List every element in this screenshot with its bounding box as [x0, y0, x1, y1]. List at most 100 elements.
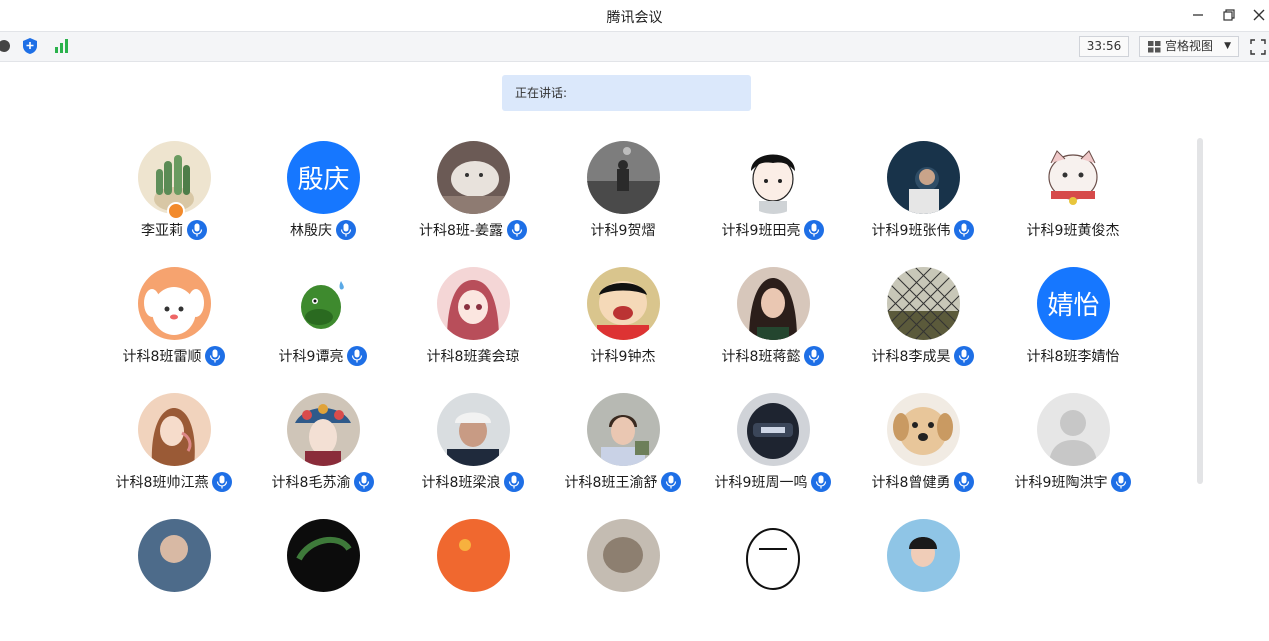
close-button[interactable] — [1247, 4, 1269, 26]
participant-name-row: 计科9贺熠 — [548, 219, 698, 241]
participant-name-row: 林殷庆 — [248, 219, 398, 241]
participant-tile[interactable]: 计科8曾健勇 — [848, 389, 998, 515]
participant-tile[interactable] — [99, 515, 249, 641]
avatar[interactable] — [587, 519, 660, 592]
participant-name: 计科8班蒋懿 — [721, 349, 801, 365]
participant-tile[interactable]: 计科8班-姜露 — [398, 137, 548, 263]
participant-name: 计科8班梁浪 — [421, 475, 501, 491]
grid-scrollbar[interactable] — [1197, 138, 1203, 484]
avatar[interactable] — [887, 393, 960, 466]
avatar[interactable] — [887, 267, 960, 340]
participant-name-row: 计科8班雷顺 — [99, 345, 249, 367]
mic-status-icon — [212, 472, 233, 492]
microphone-icon — [959, 223, 970, 237]
window-title: 腾讯会议 — [606, 10, 663, 26]
participant-name: 林殷庆 — [290, 223, 332, 239]
mic-status-icon — [506, 220, 527, 240]
avatar[interactable] — [737, 141, 810, 214]
view-mode-label: 宫格视图 — [1165, 39, 1214, 53]
participant-name: 计科9钟杰 — [590, 349, 656, 365]
participant-tile[interactable]: 计科8毛苏渝 — [248, 389, 398, 515]
avatar[interactable] — [587, 393, 660, 466]
participant-tile[interactable]: 计科8班梁浪 — [398, 389, 548, 515]
participant-tile[interactable] — [548, 515, 698, 641]
mic-status-icon — [504, 472, 525, 492]
avatar[interactable]: 婧怡 — [1037, 267, 1110, 340]
participant-tile[interactable]: 计科8班蒋懿 — [698, 263, 848, 389]
avatar[interactable] — [437, 141, 510, 214]
avatar[interactable] — [138, 393, 211, 466]
avatar[interactable] — [587, 267, 660, 340]
avatar[interactable] — [1037, 393, 1110, 466]
participant-name-row: 计科8曾健勇 — [848, 471, 998, 493]
participant-name: 计科9班田亮 — [721, 223, 801, 239]
participant-name-row: 计科8班龚会琼 — [398, 345, 548, 367]
participant-tile[interactable]: 计科9班张伟 — [848, 137, 998, 263]
participant-tile[interactable]: 计科9班田亮 — [698, 137, 848, 263]
microphone-icon — [217, 475, 228, 489]
participant-tile[interactable]: 计科9谭亮 — [248, 263, 398, 389]
microphone-icon — [1116, 475, 1127, 489]
avatar[interactable]: 殷庆 — [287, 141, 360, 214]
minimize-button[interactable] — [1186, 4, 1210, 26]
avatar[interactable] — [737, 393, 810, 466]
participant-tile[interactable] — [848, 515, 998, 641]
participant-tile[interactable]: 计科9钟杰 — [548, 263, 698, 389]
avatar[interactable] — [437, 519, 510, 592]
participant-tile[interactable]: 婧怡 计科8班李婧怡 — [998, 263, 1148, 389]
participant-name: 计科8班龚会琼 — [426, 349, 520, 365]
avatar[interactable] — [437, 267, 510, 340]
avatar[interactable] — [587, 141, 660, 214]
avatar-initials: 婧怡 — [1047, 291, 1100, 321]
fullscreen-icon[interactable] — [1250, 39, 1266, 55]
participant-tile[interactable]: 计科9班陶洪宇 — [998, 389, 1148, 515]
participant-name-row: 计科9班田亮 — [698, 219, 848, 241]
participant-name: 计科9谭亮 — [278, 349, 344, 365]
avatar[interactable] — [287, 393, 360, 466]
participant-tile[interactable]: 计科8班王渝舒 — [548, 389, 698, 515]
microphone-icon — [210, 349, 221, 363]
signal-bars-icon[interactable] — [52, 36, 72, 56]
participant-tile[interactable]: 计科9贺熠 — [548, 137, 698, 263]
participant-name-row: 计科9班黄俊杰 — [998, 219, 1148, 241]
mic-status-icon — [804, 346, 825, 366]
avatar[interactable] — [887, 519, 960, 592]
microphone-icon — [959, 475, 970, 489]
participant-name-row: 计科9班张伟 — [848, 219, 998, 241]
restore-icon — [1223, 9, 1235, 21]
avatar[interactable] — [287, 267, 360, 340]
microphone-icon — [340, 223, 352, 237]
mic-status-icon — [336, 220, 356, 240]
participant-tile[interactable]: 计科9班周一鸣 — [698, 389, 848, 515]
record-dot-icon[interactable] — [0, 36, 14, 56]
participant-name: 计科8班王渝舒 — [564, 475, 658, 491]
participant-tile[interactable]: 计科9班黄俊杰 — [998, 137, 1148, 263]
avatar[interactable] — [138, 267, 211, 340]
microphone-icon — [511, 223, 523, 237]
avatar[interactable] — [737, 267, 810, 340]
participant-tile[interactable]: 计科8李成昊 — [848, 263, 998, 389]
avatar[interactable] — [737, 519, 810, 592]
avatar[interactable] — [1037, 141, 1110, 214]
participant-tile[interactable] — [698, 515, 848, 641]
close-icon — [1253, 9, 1265, 21]
participant-name: 计科8班帅江燕 — [115, 475, 209, 491]
avatar[interactable] — [138, 519, 211, 592]
participant-tile[interactable]: 殷庆 林殷庆 — [248, 137, 398, 263]
avatar[interactable] — [287, 519, 360, 592]
avatar[interactable] — [887, 141, 960, 214]
participant-tile[interactable]: 计科8班龚会琼 — [398, 263, 548, 389]
participant-tile[interactable] — [248, 515, 398, 641]
microphone-icon — [809, 223, 820, 237]
participant-tile[interactable]: 计科8班帅江燕 — [99, 389, 249, 515]
avatar[interactable] — [437, 393, 510, 466]
view-mode-dropdown[interactable]: 宫格视图 ▼ — [1139, 36, 1239, 57]
participant-tile[interactable]: 李亚莉 — [99, 137, 249, 263]
restore-button[interactable] — [1217, 4, 1241, 26]
microphone-icon — [352, 349, 363, 363]
participant-tile[interactable]: 计科8班雷顺 — [99, 263, 249, 389]
participant-name: 计科8毛苏渝 — [271, 475, 351, 491]
shield-icon[interactable] — [20, 36, 40, 56]
mic-status-icon — [354, 472, 375, 492]
participant-tile[interactable] — [398, 515, 548, 641]
